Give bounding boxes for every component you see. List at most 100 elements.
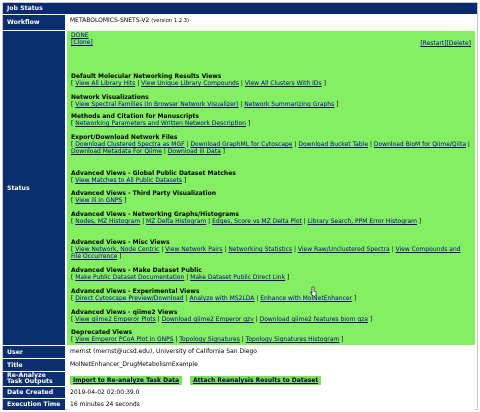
- section-title: Deprecated Views: [71, 329, 133, 336]
- bracket: ]: [117, 253, 122, 260]
- view-link[interactable]: View All Library Hits: [75, 80, 135, 87]
- clone-link[interactable]: [Clone]: [71, 39, 93, 46]
- section-title: Methods and Citation for Manuscripts: [71, 113, 199, 120]
- view-link[interactable]: Make Public Dataset Documentation: [75, 274, 184, 281]
- view-link[interactable]: Download qiime2 features biom qza: [260, 316, 368, 323]
- import-reanalyze-button[interactable]: Import to Re-analyze Task Data: [70, 376, 183, 385]
- view-link[interactable]: View All Clusters With IDs: [245, 80, 322, 87]
- status-label: Status: [3, 31, 65, 345]
- section-links: [ Nodes, MZ Histogram | MZ Delta Histogr…: [71, 218, 471, 225]
- view-link[interactable]: View Emperor PCoA Plot in GNPS: [75, 336, 173, 343]
- user-row: User mernst (mernst@ucsd.edu), Universit…: [3, 346, 477, 358]
- bracket: ]: [367, 316, 373, 323]
- view-link[interactable]: Download GraphML for Cytoscape: [190, 141, 292, 148]
- view-link[interactable]: Direct Cytoscape Preview/Download: [75, 295, 183, 302]
- attach-reanalysis-button[interactable]: Attach Reanalysis Results to Dataset: [189, 376, 322, 385]
- result-section: Advanced Views - Global Public Dataset M…: [71, 170, 471, 184]
- view-link[interactable]: Topology Signatures Histogram: [246, 336, 340, 343]
- title-label: Title: [3, 359, 65, 371]
- result-section: Advanced Views - Misc Views[ View Networ…: [71, 239, 471, 260]
- result-section: Methods and Citation for Manuscripts[ Ne…: [71, 113, 471, 127]
- section-title: Advanced Views - Third Party Visualizati…: [71, 190, 216, 197]
- view-link[interactable]: MZ Delta Histogram: [146, 218, 206, 225]
- done-link[interactable]: DONE: [71, 32, 89, 39]
- view-link[interactable]: View qiime2 Emperor Plots: [75, 316, 156, 323]
- job-status-panel: Job Status Workflow METABOLOMICS-SNETS-V…: [2, 2, 478, 410]
- section-title: Advanced Views - Networking Graphs/Histo…: [71, 211, 239, 218]
- section-title: Network Visualizations: [71, 94, 149, 101]
- result-section: Advanced Views - Third Party Visualizati…: [71, 190, 471, 204]
- workflow-label: Workflow: [3, 15, 65, 30]
- view-link[interactable]: Library Search, PPM Error Histogram: [308, 218, 417, 225]
- section-links: [ View Emperor PCoA Plot in GNPS | Topol…: [71, 336, 471, 343]
- workflow-name: METABOLOMICS-SNETS-V2: [70, 17, 150, 24]
- status-panel: DONE [Clone] [Restart][Delete] Default M…: [67, 31, 475, 345]
- user-value: mernst (mernst@ucsd.edu), University of …: [67, 346, 475, 358]
- result-section: Default Molecular Networking Results Vie…: [71, 73, 471, 87]
- section-links: [ View ili in GNPS ]: [71, 197, 471, 204]
- result-section: Network Visualizations[ View Spectral Fa…: [71, 94, 471, 108]
- reanalyze-actions: Import to Re-analyze Task Data Attach Re…: [67, 372, 475, 386]
- status-row: Status DONE [Clone] [Restart][Delete] De…: [3, 31, 477, 345]
- delete-link[interactable]: [Delete]: [447, 40, 471, 47]
- bracket: ]: [417, 218, 422, 225]
- view-link[interactable]: View Matches to All Public Datasets: [75, 177, 182, 184]
- reanalyze-row: Re-Analyze Task Outputs Import to Re-ana…: [3, 372, 477, 386]
- panel-header: Job Status: [3, 3, 477, 14]
- view-link[interactable]: Edges, Score vs MZ Delta Plot: [212, 218, 302, 225]
- exec-time-row: Execution Time 16 minutes 24 seconds: [3, 399, 477, 410]
- view-link[interactable]: Download ili Data: [168, 148, 221, 155]
- section-links: [ View qiime2 Emperor Plots | Download q…: [71, 316, 471, 323]
- reanalyze-label: Re-Analyze Task Outputs: [3, 372, 65, 386]
- result-section: Advanced Views - Experimental Views[ Dir…: [71, 288, 471, 302]
- user-label: User: [3, 346, 65, 358]
- view-link[interactable]: Topology Signatures: [179, 336, 239, 343]
- bracket: ]: [220, 148, 225, 155]
- title-value: MolNetEnhancer_DrugMetabolismExample: [67, 359, 475, 371]
- bracket: ]: [245, 120, 251, 127]
- section-title: Advanced Views - Experimental Views: [71, 288, 200, 295]
- view-link[interactable]: Analyze with MS2LDA: [189, 295, 254, 302]
- view-link[interactable]: View Network, Node Centric: [75, 246, 159, 253]
- exec-time-value: 16 minutes 24 seconds: [67, 399, 475, 410]
- view-link[interactable]: View Raw/Unclustered Spectra: [298, 246, 390, 253]
- view-link[interactable]: Download Clustered Spectra as MGF: [75, 141, 184, 148]
- result-section: Advanced Views - qiime2 Views[ View qiim…: [71, 309, 471, 323]
- view-link[interactable]: View ili in GNPS: [75, 197, 122, 204]
- bracket: ]: [352, 295, 357, 302]
- bracket: ]: [339, 336, 344, 343]
- section-title: Advanced Views - Global Public Dataset M…: [71, 170, 236, 177]
- view-link[interactable]: Network Summarizing Graphs: [244, 101, 334, 108]
- section-title: Default Molecular Networking Results Vie…: [71, 73, 222, 80]
- view-link[interactable]: Nodes, MZ Histogram: [75, 218, 140, 225]
- section-title: Advanced Views - qiime2 Views: [71, 309, 178, 316]
- view-link[interactable]: Enhance with MolNetEnhancer: [260, 295, 352, 302]
- link-separator: |: [466, 141, 470, 148]
- view-link[interactable]: View Network Pairs: [165, 246, 222, 253]
- pointer-cursor-icon: [310, 286, 317, 296]
- view-link[interactable]: View Spectral Families (In Browser Netwo…: [75, 101, 238, 108]
- view-link[interactable]: View Unique Library Compounds: [141, 80, 239, 87]
- result-section: Deprecated Views[ View Emperor PCoA Plot…: [71, 329, 471, 343]
- view-link[interactable]: Networking Parameters and Written Networ…: [75, 120, 246, 127]
- workflow-row: Workflow METABOLOMICS-SNETS-V2 (version …: [3, 15, 477, 30]
- section-title: Advanced Views - Make Dataset Public: [71, 267, 202, 274]
- bracket: ]: [122, 197, 127, 204]
- section-links: [ Networking Parameters and Written Netw…: [71, 120, 471, 127]
- section-links: [ Make Public Dataset Documentation | Ma…: [71, 274, 471, 281]
- workflow-value: METABOLOMICS-SNETS-V2 (version 1.2.3): [67, 15, 475, 30]
- view-link[interactable]: Download Metadata For Qiime: [71, 148, 162, 155]
- view-link[interactable]: Download qiime2 Emperor qzv: [162, 316, 254, 323]
- section-title: Advanced Views - Misc Views: [71, 239, 170, 246]
- section-links: [ View Network, Node Centric | View Netw…: [71, 246, 471, 260]
- result-section: Advanced Views - Make Dataset Public[ Ma…: [71, 267, 471, 281]
- result-section: Advanced Views - Networking Graphs/Histo…: [71, 211, 471, 225]
- bracket: ]: [285, 274, 290, 281]
- restart-link[interactable]: [Restart]: [420, 40, 446, 47]
- result-section: Export/Download Network Files[ Download …: [71, 134, 471, 155]
- view-link[interactable]: Make Dataset Public Direct Link: [190, 274, 285, 281]
- view-link[interactable]: Download BioM for Qiime/Qiita: [374, 141, 466, 148]
- workflow-version: (version 1.2.3): [151, 18, 190, 24]
- view-link[interactable]: Networking Statistics: [228, 246, 292, 253]
- view-link[interactable]: Download Bucket Table: [298, 141, 368, 148]
